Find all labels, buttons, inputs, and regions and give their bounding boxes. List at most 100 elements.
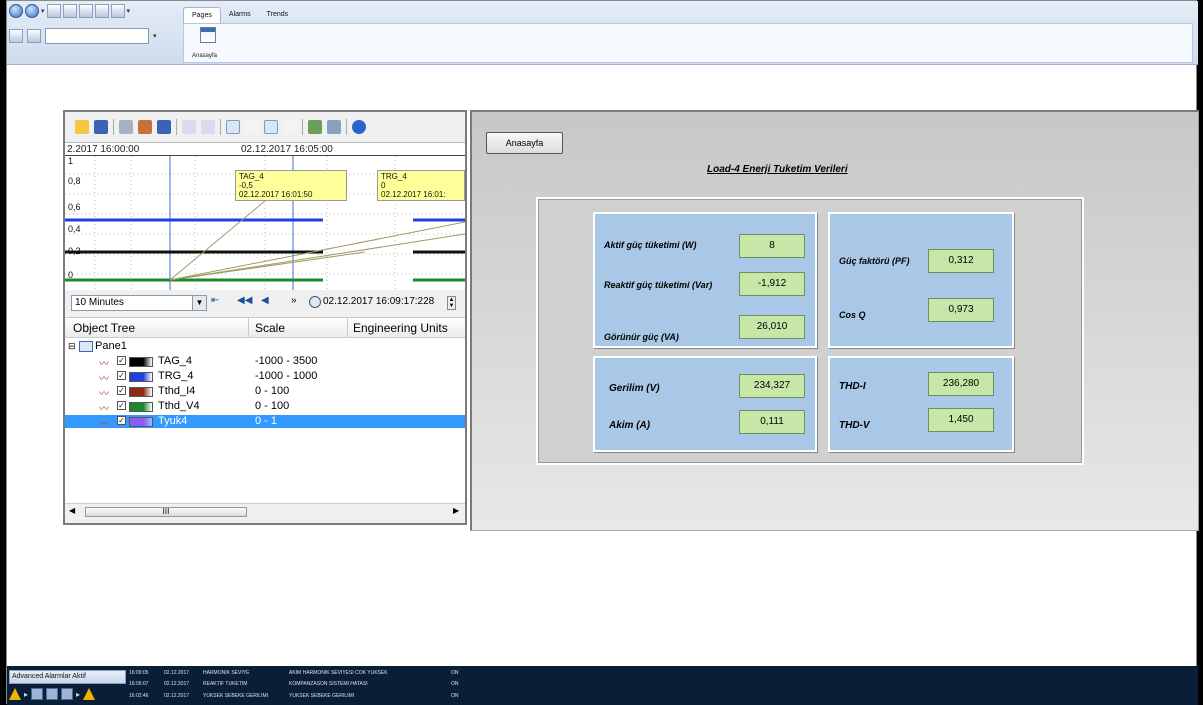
color-swatch[interactable] — [129, 387, 153, 397]
print-icon[interactable] — [9, 29, 23, 43]
alarm-time: 16:05:07 — [129, 681, 149, 687]
tree-root-row[interactable]: ⊟ Pane1 — [65, 340, 465, 353]
alarm-row[interactable]: 16:09:05 02.12.2017 HARMONIK SEVIYE AKIM… — [129, 668, 469, 678]
save-icon[interactable] — [94, 120, 108, 134]
visibility-checkbox[interactable]: ✓ — [117, 401, 126, 410]
home-button[interactable]: Anasayfa — [486, 132, 563, 154]
rewind-icon[interactable]: ◀◀ — [237, 295, 252, 306]
time-range-select[interactable]: 10 Minutes ▼ — [71, 295, 207, 311]
tab-pages[interactable]: Pages — [183, 7, 221, 23]
voltage-current-box: Gerilim (V) 234,327 Akim (A) 0,111 — [593, 356, 817, 452]
gerilim-value: 234,327 — [739, 374, 805, 398]
step-back-icon[interactable]: ◀ — [261, 295, 269, 306]
table-row[interactable]: 〰 ✓ TAG_4 -1000 - 3500 — [65, 355, 465, 370]
next-page-icon[interactable] — [78, 4, 93, 18]
trend-line-icon: 〰 — [99, 374, 109, 385]
print-preview-icon[interactable] — [138, 120, 152, 134]
alarm-filter-icon[interactable] — [46, 688, 59, 700]
thd-box: THD-I 236,280 THD-V 1,450 — [828, 356, 1014, 452]
y-tick-label: 1 — [68, 156, 74, 166]
alarm-date: 02.12.2017 — [164, 670, 190, 676]
zoom-icon[interactable] — [245, 120, 259, 134]
alarm-user-icon[interactable] — [61, 688, 74, 700]
forward-icon[interactable] — [25, 4, 39, 18]
address-combo[interactable] — [45, 28, 149, 44]
ribbon-page-label[interactable]: Anasayfa — [192, 53, 217, 59]
color-swatch[interactable] — [129, 402, 153, 412]
alarm-row[interactable]: 16:02:46 02.12.2017 YUKSEK SEBEKE GERILI… — [129, 691, 469, 701]
y-tick-label: 0,2 — [68, 246, 81, 256]
pen-icon[interactable] — [182, 120, 196, 134]
page-icon[interactable] — [200, 27, 216, 43]
print-icon[interactable] — [119, 120, 133, 134]
user-icon[interactable] — [27, 29, 41, 43]
visibility-checkbox[interactable]: ✓ — [117, 416, 126, 425]
scroll-thumb[interactable]: III — [85, 507, 247, 517]
arrow-right-icon: ▸ — [24, 689, 29, 699]
scroll-right-icon[interactable]: ▶ — [453, 506, 459, 515]
table-row[interactable]: 〰 ✓ Tthd_I4 0 - 100 — [65, 385, 465, 400]
first-page-icon[interactable] — [46, 4, 61, 18]
color-swatch[interactable] — [129, 372, 153, 382]
help-icon[interactable] — [352, 120, 366, 134]
y-tick-label: 0,6 — [68, 202, 81, 212]
visibility-checkbox[interactable]: ✓ — [117, 371, 126, 380]
warning-icon[interactable] — [9, 688, 21, 700]
trend-control: 2.2017 16:00:00 02.12.2017 16:05:00 1 0,… — [63, 110, 467, 525]
tag-scale: 0 - 1 — [255, 415, 278, 427]
warning-icon[interactable] — [83, 688, 96, 700]
combo-arrow-icon[interactable]: ▾ — [153, 32, 157, 40]
go-to-start-icon[interactable]: ⇤ — [211, 295, 219, 306]
column-engineering-units[interactable]: Engineering Units — [353, 321, 448, 335]
table-icon[interactable] — [308, 120, 322, 134]
visibility-checkbox[interactable]: ✓ — [117, 356, 126, 365]
data-frame: Aktif güç tüketimi (W) 8 Reaktif güç tük… — [536, 197, 1084, 465]
nav-group: ▾ ▾ — [9, 4, 130, 18]
clock-icon[interactable] — [309, 296, 321, 308]
horizontal-scrollbar[interactable]: ◀ III ▶ — [65, 503, 465, 519]
tab-alarms[interactable]: Alarms — [221, 7, 259, 23]
current-datetime[interactable]: 02.12.2017 16:09:17:228 — [323, 296, 434, 307]
open-folder-icon[interactable] — [75, 120, 89, 134]
back-icon[interactable] — [9, 4, 23, 18]
table-row[interactable]: 〰 ✓ TRG_4 -1000 - 1000 — [65, 370, 465, 385]
advanced-alarms-label[interactable]: Advanced Alarmlar Aktif — [9, 670, 126, 684]
scroll-left-icon[interactable]: ◀ — [69, 506, 75, 515]
load-panel: Anasayfa Load-4 Enerji Tuketim Verileri … — [470, 110, 1199, 531]
chevron-down-icon[interactable]: ▼ — [192, 296, 206, 310]
alarm-list-icon[interactable] — [31, 688, 44, 700]
cursor-icon[interactable] — [283, 120, 297, 134]
column-object-tree[interactable]: Object Tree — [73, 321, 135, 335]
tag-name: Tyuk4 — [158, 415, 188, 427]
ruler-icon[interactable] — [264, 120, 278, 134]
trend-plot[interactable]: 1 0,8 0,6 0,4 0,2 0 TAG_4 -0,5 02.12.201… — [65, 156, 465, 290]
previous-page-icon[interactable] — [62, 4, 77, 18]
color-swatch[interactable] — [129, 417, 153, 427]
dropdown-arrow-icon[interactable]: ▾ — [41, 7, 45, 15]
export-icon[interactable] — [157, 120, 171, 134]
column-divider[interactable] — [347, 318, 348, 338]
reaktif-label: Reaktif güç tüketimi (Var) — [604, 280, 713, 290]
home-icon[interactable] — [94, 4, 109, 18]
scroll-thumb-grip: III — [162, 507, 170, 516]
table-row[interactable]: 〰 ✓ Tyuk4 0 - 1 — [65, 415, 465, 430]
zoom-area-icon[interactable] — [226, 120, 240, 134]
color-swatch[interactable] — [129, 357, 153, 367]
dropdown-arrow-icon[interactable]: ▾ — [127, 7, 131, 15]
tab-trends[interactable]: Trends — [259, 7, 297, 23]
properties-icon[interactable] — [327, 120, 341, 134]
line-icon[interactable] — [201, 120, 215, 134]
alarm-state: ON — [451, 670, 459, 676]
datetime-spinner[interactable]: ▲ ▼ — [447, 296, 456, 310]
tooltip-time: 02.12.2017 16:01:50 — [239, 190, 313, 199]
window-icon[interactable] — [110, 4, 125, 18]
tooltip-tag: TAG_4 — [239, 172, 264, 181]
table-row[interactable]: 〰 ✓ Tthd_V4 0 - 100 — [65, 400, 465, 415]
collapse-icon[interactable]: ⊟ — [68, 340, 76, 353]
visibility-checkbox[interactable]: ✓ — [117, 386, 126, 395]
tooltip-value: 0 — [381, 181, 386, 190]
column-divider[interactable] — [248, 318, 249, 338]
column-scale[interactable]: Scale — [255, 321, 285, 335]
forward-icon[interactable]: » — [291, 295, 297, 306]
alarm-row[interactable]: 16:05:07 02.12.2017 REAKTIF TUKETIM KOMP… — [129, 679, 469, 689]
